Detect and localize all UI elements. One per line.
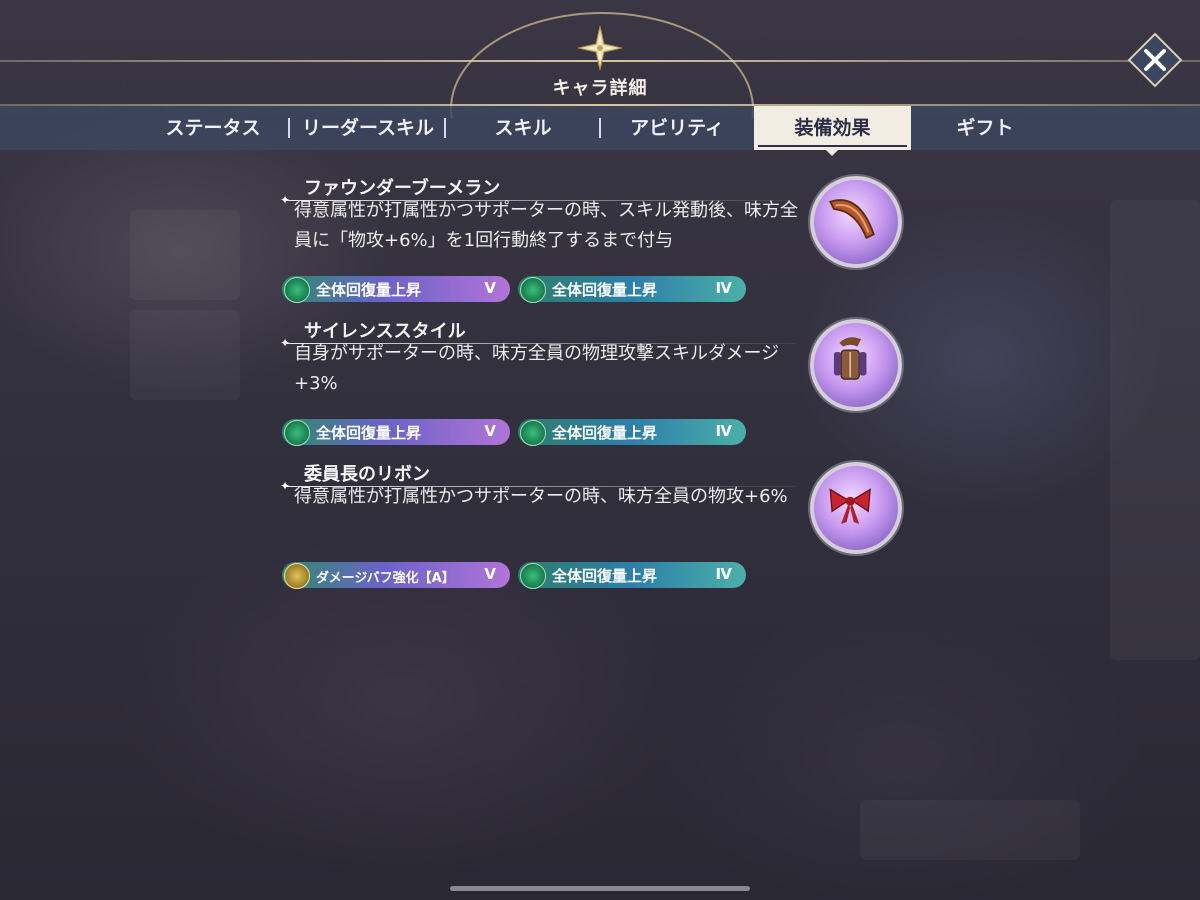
badge-grade: Ⅴ <box>484 279 496 297</box>
tab-equipment-effect[interactable]: 装備効果 <box>754 106 911 156</box>
damage-buff-icon <box>284 563 310 589</box>
heal-heart-icon <box>520 277 546 303</box>
sparkle-icon: ✦ <box>280 193 291 207</box>
home-indicator[interactable] <box>450 886 750 891</box>
badge-grade: Ⅳ <box>715 279 732 297</box>
bg-panel <box>130 310 240 400</box>
sparkle-icon: ✦ <box>280 336 291 350</box>
badge-grade: Ⅴ <box>484 565 496 583</box>
tab-gift[interactable]: ギフト <box>912 106 1058 150</box>
badge-grade: Ⅳ <box>715 422 732 440</box>
tab-leader-skill[interactable]: リーダースキル <box>292 106 444 150</box>
badge-label: 全体回復量上昇 <box>552 424 658 442</box>
effect-badge[interactable]: 全体回復量上昇 Ⅳ <box>518 419 746 446</box>
heal-heart-icon <box>284 277 310 303</box>
badge-label: 全体回復量上昇 <box>552 281 658 299</box>
badge-label: 全体回復量上昇 <box>316 424 422 442</box>
badge-label: 全体回復量上昇 <box>552 567 658 585</box>
tab-separator <box>444 118 446 138</box>
tab-ability[interactable]: アビリティ <box>604 106 750 150</box>
equipment-description: 自身がサポーターの時、味方全員の物理攻撃スキルダメージ+3% <box>294 343 780 394</box>
heal-heart-icon <box>284 420 310 446</box>
equipment-description: 得意属性が打属性かつサポーターの時、味方全員の物攻+6% <box>294 486 788 507</box>
heal-heart-icon <box>520 420 546 446</box>
equipment-entry: 委員長のリボン ✦ 得意属性が打属性かつサポーターの時、味方全員の物攻+6% ダ… <box>280 460 902 600</box>
badge-grade: Ⅴ <box>484 422 496 440</box>
boomerang-icon[interactable] <box>810 176 902 268</box>
outfit-icon[interactable] <box>810 319 902 411</box>
heal-heart-icon <box>520 563 546 589</box>
bg-panel <box>130 210 240 300</box>
bg-panel <box>860 800 1080 860</box>
tab-status[interactable]: ステータス <box>140 106 286 150</box>
effect-badge[interactable]: 全体回復量上昇 Ⅴ <box>282 276 510 303</box>
effect-badge[interactable]: ダメージバフ強化【A】 Ⅴ <box>282 562 510 589</box>
badge-grade: Ⅳ <box>715 565 732 583</box>
bg-panel <box>1110 200 1200 660</box>
effect-badge[interactable]: 全体回復量上昇 Ⅳ <box>518 562 746 589</box>
page-title: キャラ詳細 <box>552 78 648 99</box>
badge-label: ダメージバフ強化【A】 <box>316 571 455 586</box>
tab-separator <box>288 118 290 138</box>
compass-star-icon <box>578 26 622 70</box>
sparkle-icon: ✦ <box>280 479 291 493</box>
effect-badge[interactable]: 全体回復量上昇 Ⅴ <box>282 419 510 446</box>
effect-badge[interactable]: 全体回復量上昇 Ⅳ <box>518 276 746 303</box>
equipment-entry: サイレンススタイル ✦ 自身がサポーターの時、味方全員の物理攻撃スキルダメージ+… <box>280 317 902 457</box>
tab-skill[interactable]: スキル <box>450 106 596 150</box>
badge-label: 全体回復量上昇 <box>316 281 422 299</box>
equipment-description: 得意属性が打属性かつサポーターの時、スキル発動後、味方全員に「物攻+6%」を1回… <box>294 200 798 251</box>
equipment-entry: ファウンダーブーメラン ✦ 得意属性が打属性かつサポーターの時、スキル発動後、味… <box>280 174 902 314</box>
tab-bar: ステータス リーダースキル スキル アビリティ 装備効果 ギフト <box>0 106 1200 156</box>
header: キャラ詳細 <box>0 0 1200 119</box>
tab-separator <box>599 118 601 138</box>
ribbon-icon[interactable] <box>810 462 902 554</box>
close-button[interactable] <box>1127 32 1183 88</box>
